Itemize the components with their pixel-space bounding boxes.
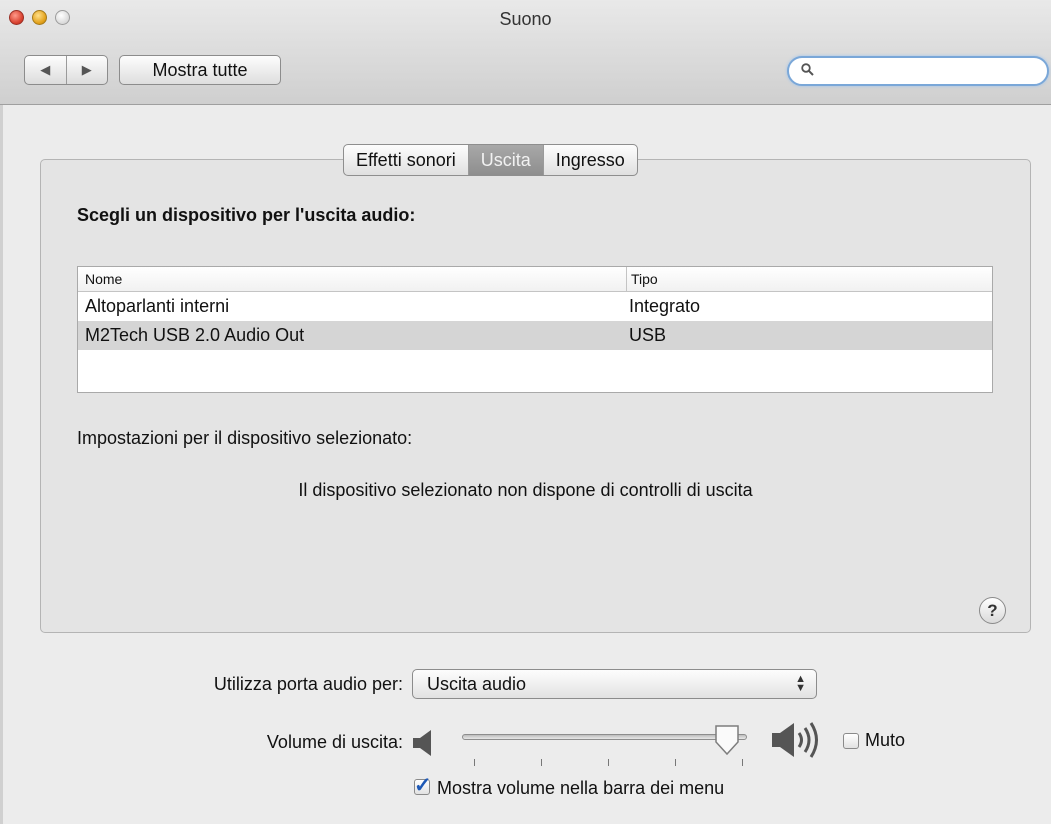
- window-title: Suono: [499, 9, 552, 29]
- sound-tabs: Effetti sonori Uscita Ingresso: [343, 144, 638, 176]
- back-button[interactable]: ◀: [25, 56, 66, 84]
- speaker-low-icon: [413, 730, 431, 756]
- audio-port-select[interactable]: Uscita audio ▲ ▼: [412, 669, 817, 699]
- device-name: M2Tech USB 2.0 Audio Out: [85, 325, 305, 345]
- column-header-type[interactable]: Tipo: [626, 267, 992, 291]
- device-type: Integrato: [629, 296, 701, 316]
- slider-tick: [742, 759, 743, 766]
- slider-tick: [541, 759, 542, 766]
- volume-label: Volume di uscita:: [266, 732, 403, 752]
- back-arrow-icon: ◀: [40, 62, 51, 77]
- audio-port-value: Uscita audio: [427, 673, 527, 694]
- show-volume-menubar-label[interactable]: Mostra volume nella barra dei menu: [437, 778, 724, 799]
- output-panel: [40, 159, 1031, 633]
- title-bar: Suono ◀ ▶ Mostra tutte: [0, 0, 1051, 105]
- back-forward-control: ◀ ▶: [24, 55, 108, 85]
- forward-button[interactable]: ▶: [65, 56, 108, 84]
- volume-slider[interactable]: [462, 734, 747, 740]
- mute-label[interactable]: Muto: [865, 730, 905, 751]
- column-header-name[interactable]: Nome: [78, 267, 626, 291]
- volume-slider-knob[interactable]: [713, 724, 741, 756]
- device-type: USB: [629, 325, 667, 345]
- tab-uscita[interactable]: Uscita: [467, 145, 543, 175]
- output-heading: Scegli un dispositivo per l'uscita audio…: [77, 205, 416, 225]
- tab-ingresso[interactable]: Ingresso: [542, 145, 637, 175]
- slider-tick: [474, 759, 475, 766]
- table-header: Nome Tipo: [78, 267, 992, 292]
- search-icon: [801, 63, 814, 76]
- window-edge: [0, 104, 3, 824]
- show-volume-menubar-checkbox[interactable]: ✓: [414, 774, 432, 797]
- tab-effetti-sonori[interactable]: Effetti sonori: [344, 145, 468, 175]
- slider-tick: [675, 759, 676, 766]
- settings-label: Impostazioni per il dispositivo selezion…: [77, 428, 413, 448]
- audio-port-label: Utilizza porta audio per:: [213, 674, 403, 694]
- device-name: Altoparlanti interni: [85, 296, 230, 316]
- device-table: Nome Tipo Altoparlanti interni Integrato…: [77, 266, 993, 393]
- search-field[interactable]: [787, 56, 1049, 86]
- speaker-high-icon: [772, 722, 818, 758]
- checkmark-icon: ✓: [414, 774, 432, 797]
- table-row[interactable]: M2Tech USB 2.0 Audio Out USB: [78, 321, 992, 350]
- show-all-button[interactable]: Mostra tutte: [119, 55, 281, 85]
- no-controls-message: Il dispositivo selezionato non dispone d…: [298, 480, 753, 500]
- table-row[interactable]: Altoparlanti interni Integrato: [78, 292, 992, 321]
- forward-arrow-icon: ▶: [81, 62, 92, 77]
- updown-arrows-icon: ▲ ▼: [795, 673, 806, 694]
- slider-tick: [608, 759, 609, 766]
- mute-checkbox[interactable]: [843, 733, 859, 749]
- help-button[interactable]: ?: [979, 597, 1006, 624]
